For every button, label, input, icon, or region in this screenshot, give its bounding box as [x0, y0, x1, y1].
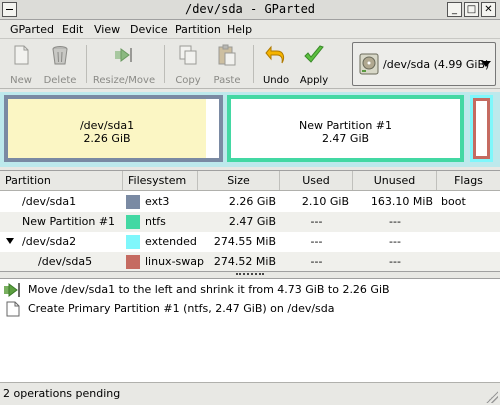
close-button[interactable]: ✕: [481, 2, 496, 17]
filesystem-color-swatch: [126, 235, 140, 249]
cell-unused: ---: [389, 235, 401, 248]
copy-button[interactable]: Copy: [171, 42, 205, 86]
menu-partition[interactable]: Partition: [175, 23, 221, 36]
operation-text: Create Primary Partition #1 (ntfs, 2.47 …: [28, 302, 335, 315]
toolbar-separator: [86, 45, 87, 83]
menu-bar: GParted Edit View Device Partition Help: [0, 20, 500, 39]
title-bar: /dev/sda - GParted _ □ ✕: [0, 0, 500, 20]
pane-resize-handle[interactable]: [236, 273, 264, 277]
cell-used: ---: [310, 215, 323, 228]
table-row[interactable]: /dev/sda1 ext3 2.26 GiB 2.10 GiB 163.10 …: [0, 192, 500, 212]
cell-used: ---: [310, 255, 323, 268]
hard-disk-icon: [359, 53, 379, 75]
partition-block-new[interactable]: New Partition #1 2.47 GiB: [227, 95, 464, 162]
partition-block-swap[interactable]: [473, 98, 490, 159]
cell-filesystem: ntfs: [145, 215, 166, 228]
filesystem-color-swatch: [126, 215, 140, 229]
undo-button[interactable]: Undo: [259, 42, 293, 86]
menu-edit[interactable]: Edit: [62, 23, 83, 36]
cell-size: 2.47 GiB: [228, 215, 276, 228]
delete-button[interactable]: Delete: [42, 42, 78, 86]
toolbar-separator: [253, 45, 254, 83]
menu-gparted[interactable]: GParted: [10, 23, 54, 36]
new-button[interactable]: New: [4, 42, 38, 86]
paste-button[interactable]: Paste: [209, 42, 245, 86]
cell-used: 2.10 GiB: [301, 195, 349, 208]
chevron-down-icon: [481, 61, 491, 67]
filesystem-color-swatch: [126, 195, 140, 209]
cell-partition: /dev/sda2: [22, 235, 77, 248]
cell-filesystem: extended: [145, 235, 197, 248]
cell-partition: /dev/sda5: [38, 255, 93, 268]
partition-block-name: /dev/sda1: [79, 119, 135, 132]
window-resize-grip[interactable]: [486, 391, 498, 403]
table-header: Partition Filesystem Size Used Unused Fl…: [0, 171, 500, 191]
menu-view[interactable]: View: [94, 23, 120, 36]
partition-block-name: New Partition #1: [298, 119, 393, 132]
partition-map: /dev/sda1 2.26 GiB New Partition #1 2.47…: [0, 92, 500, 167]
document-icon: [6, 301, 20, 317]
window-menu-button[interactable]: [2, 2, 17, 17]
status-bar: 2 operations pending: [0, 382, 500, 405]
table-row[interactable]: /dev/sda5 linux-swap 274.52 MiB --- ---: [0, 252, 500, 271]
column-header-unused[interactable]: Unused: [353, 171, 437, 190]
partition-block-size: 2.47 GiB: [321, 132, 370, 145]
cell-filesystem: linux-swap: [145, 255, 204, 268]
operation-text: Move /dev/sda1 to the left and shrink it…: [28, 283, 390, 296]
minimize-button[interactable]: _: [447, 2, 462, 17]
partition-block-sda1[interactable]: /dev/sda1 2.26 GiB: [4, 95, 223, 162]
column-header-flags[interactable]: Flags: [437, 171, 500, 190]
cell-partition: New Partition #1: [22, 215, 116, 228]
paste-icon: [218, 44, 236, 66]
partition-table: Partition Filesystem Size Used Unused Fl…: [0, 170, 500, 272]
maximize-button[interactable]: □: [464, 2, 479, 17]
status-text: 2 operations pending: [3, 387, 121, 400]
expander-arrow-icon[interactable]: [6, 238, 14, 244]
column-header-filesystem[interactable]: Filesystem: [123, 171, 198, 190]
cell-unused: 163.10 MiB: [370, 195, 433, 208]
cell-unused: ---: [389, 255, 401, 268]
pending-operations-list: Move /dev/sda1 to the left and shrink it…: [0, 278, 500, 382]
partition-block-size: 2.26 GiB: [83, 132, 131, 145]
column-header-partition[interactable]: Partition: [0, 171, 123, 190]
device-selector[interactable]: /dev/sda (4.99 GiB): [352, 42, 496, 86]
cell-partition: /dev/sda1: [22, 195, 77, 208]
cell-size: 2.26 GiB: [228, 195, 276, 208]
resize-move-button[interactable]: Resize/Move: [92, 42, 156, 86]
device-selector-label: /dev/sda (4.99 GiB): [383, 58, 490, 71]
apply-button[interactable]: Apply: [297, 42, 331, 86]
menu-device[interactable]: Device: [130, 23, 168, 36]
new-icon: [14, 45, 29, 65]
undo-icon: [265, 45, 285, 64]
trash-icon: [52, 46, 68, 65]
cell-filesystem: ext3: [145, 195, 170, 208]
toolbar-separator: [164, 45, 165, 83]
window-title: /dev/sda - GParted: [184, 2, 316, 16]
table-row[interactable]: /dev/sda2 extended 274.55 MiB --- ---: [0, 232, 500, 252]
column-header-size[interactable]: Size: [198, 171, 280, 190]
move-arrow-icon: [4, 283, 20, 297]
cell-size: 274.52 MiB: [213, 255, 276, 268]
filesystem-color-swatch: [126, 255, 140, 269]
cell-used: ---: [310, 235, 323, 248]
table-row[interactable]: New Partition #1 ntfs 2.47 GiB --- ---: [0, 212, 500, 232]
menu-help[interactable]: Help: [227, 23, 252, 36]
cell-flags: boot: [441, 195, 466, 208]
column-header-used[interactable]: Used: [280, 171, 353, 190]
cell-unused: ---: [389, 215, 401, 228]
checkmark-icon: [304, 45, 324, 63]
cell-size: 274.55 MiB: [213, 235, 276, 248]
resize-move-icon: [115, 48, 132, 62]
copy-icon: [179, 45, 197, 65]
